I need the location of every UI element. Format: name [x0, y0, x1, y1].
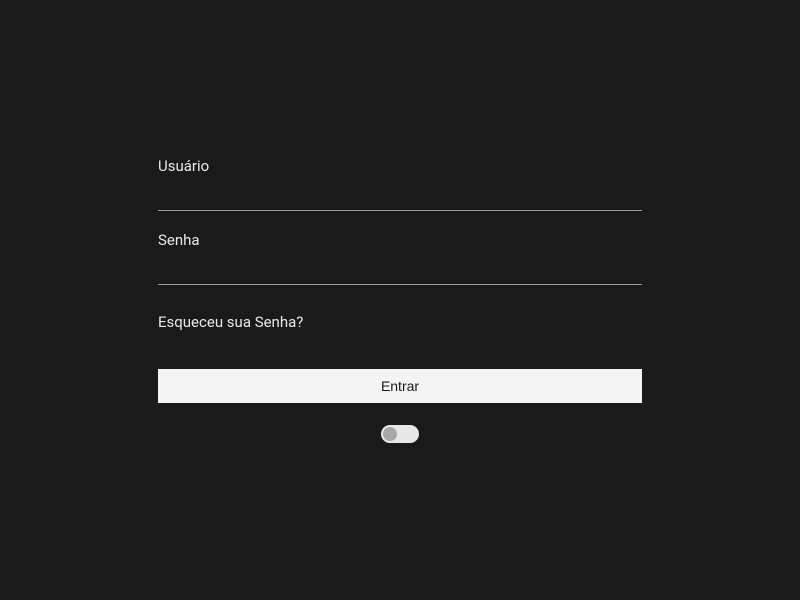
username-input[interactable] [158, 181, 642, 211]
toggle-container [381, 425, 419, 443]
username-label: Usuário [158, 157, 642, 175]
forgot-password-link[interactable]: Esqueceu sua Senha? [158, 313, 303, 331]
password-input[interactable] [158, 255, 642, 285]
toggle-knob [383, 427, 397, 441]
username-field-group: Usuário [158, 157, 642, 211]
password-label: Senha [158, 231, 642, 249]
login-form: Usuário Senha Esqueceu sua Senha? Entrar [158, 157, 642, 443]
password-field-group: Senha [158, 231, 642, 285]
login-button-label: Entrar [381, 378, 419, 394]
theme-toggle[interactable] [381, 425, 419, 443]
login-button[interactable]: Entrar [158, 369, 642, 403]
